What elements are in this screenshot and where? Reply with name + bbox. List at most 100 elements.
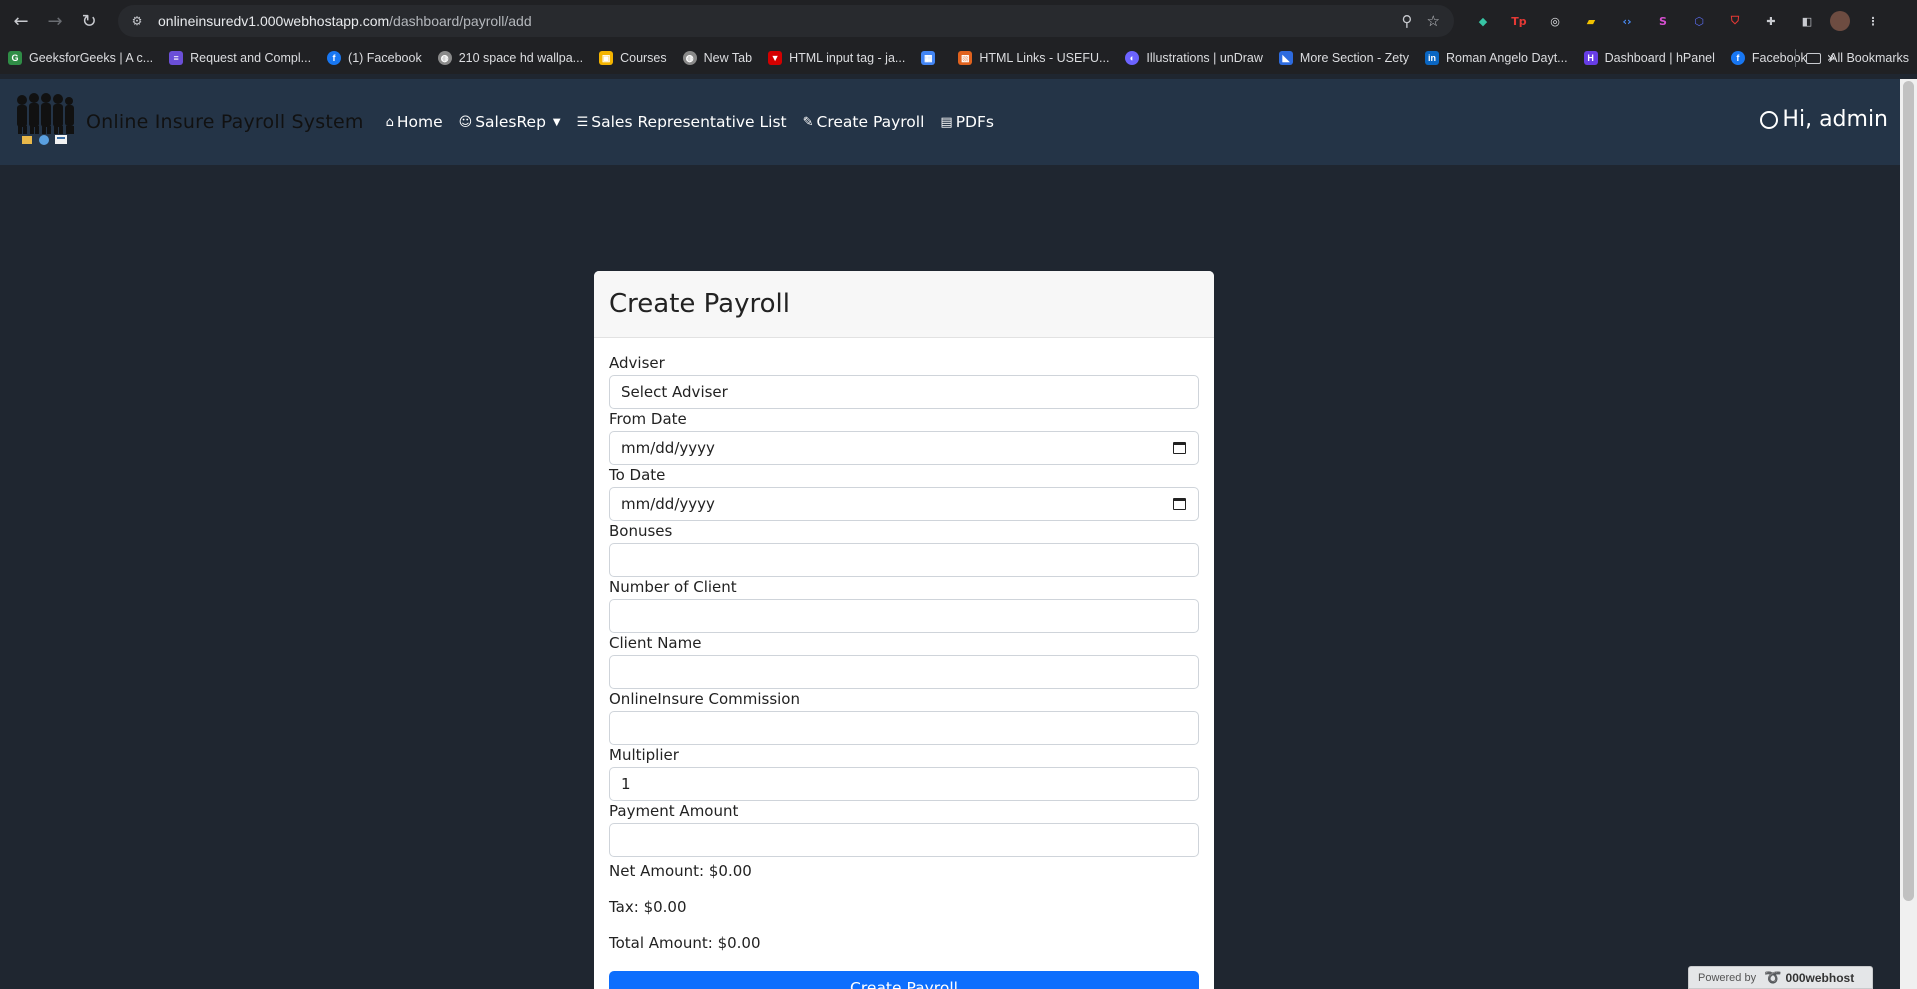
extension-icon[interactable]: ⬡: [1686, 8, 1712, 34]
extension-icon[interactable]: S: [1650, 8, 1676, 34]
bookmark-item[interactable]: G GeeksforGeeks | A c...: [8, 51, 153, 65]
classroom-icon: ▣: [599, 51, 614, 65]
menu-kebab-icon[interactable]: ⋮: [1860, 8, 1886, 34]
home-icon: ⌂: [385, 114, 394, 130]
bookmark-favicon-icon: ◣: [1278, 51, 1293, 65]
create-payroll-button[interactable]: Create Payroll: [609, 971, 1199, 989]
from-date-input[interactable]: mm/dd/yyyy: [609, 431, 1199, 465]
extensions-area: ◆ Tp ◎ ▰ ‹› S ⬡ ⛉ ✚ ◧ ⋮: [1470, 8, 1886, 34]
bookmark-item[interactable]: ▣ Courses: [599, 51, 667, 65]
commission-label: OnlineInsure Commission: [609, 690, 800, 708]
bookmark-star-icon[interactable]: ☆: [1427, 12, 1440, 30]
bookmark-label: Illustrations | unDraw: [1146, 51, 1263, 65]
bookmark-item[interactable]: ◐ Illustrations | unDraw: [1125, 51, 1263, 65]
powered-by-badge[interactable]: Powered by ➰ 000webhost: [1688, 966, 1873, 989]
nav-create-payroll[interactable]: ✎ Create Payroll: [803, 113, 925, 131]
bookmark-item[interactable]: ◍ New Tab: [682, 51, 753, 65]
number-of-client-label: Number of Client: [609, 578, 737, 596]
brand[interactable]: Online Insure Payroll System: [8, 86, 364, 158]
user-menu[interactable]: Hi, admin: [1760, 107, 1888, 132]
bookmark-item[interactable]: ▧ HTML Links - USEFU...: [958, 51, 1109, 65]
bookmark-favicon-icon: G: [8, 51, 22, 65]
bookmark-item[interactable]: H Dashboard | hPanel: [1583, 51, 1715, 65]
url-host: onlineinsuredv1.000webhostapp.com: [158, 13, 390, 29]
bookmark-label: Courses: [620, 51, 667, 65]
side-panel-icon[interactable]: ◧: [1794, 8, 1820, 34]
extension-icon[interactable]: ⛉: [1722, 8, 1748, 34]
webhost-logo-icon: ➰: [1764, 969, 1782, 985]
user-circle-icon: [1760, 110, 1779, 129]
scrollbar-thumb[interactable]: [1903, 81, 1914, 901]
bookmark-label: HTML input tag - ja...: [789, 51, 906, 65]
profile-avatar-icon[interactable]: [1830, 11, 1850, 31]
bookmark-label: Roman Angelo Dayt...: [1446, 51, 1568, 65]
user-greeting: Hi, admin: [1782, 107, 1888, 132]
payment-amount-input[interactable]: [609, 823, 1199, 857]
url-path: /dashboard/payroll/add: [389, 13, 532, 29]
payment-amount-label: Payment Amount: [609, 802, 739, 820]
extension-icon[interactable]: ◆: [1470, 8, 1496, 34]
bookmark-label: GeeksforGeeks | A c...: [29, 51, 154, 65]
site-info-icon[interactable]: ⚙: [128, 12, 146, 30]
extension-icon[interactable]: Tp: [1506, 8, 1532, 34]
to-date-input[interactable]: mm/dd/yyyy: [609, 487, 1199, 521]
bonuses-input[interactable]: [609, 543, 1199, 577]
all-bookmarks-label: All Bookmarks: [1829, 51, 1909, 65]
bookmark-item[interactable]: ◍ 210 space hd wallpa...: [437, 51, 584, 65]
nav-home[interactable]: ⌂ Home: [386, 113, 443, 131]
hostinger-icon: H: [1583, 51, 1598, 65]
bookmark-item[interactable]: ◣ More Section - Zety: [1278, 51, 1409, 65]
bookmark-item[interactable]: f (1) Facebook: [327, 51, 422, 65]
bookmark-item[interactable]: ≡ Request and Compl...: [169, 51, 311, 65]
bookmark-item[interactable]: ▦: [921, 51, 942, 65]
commission-input[interactable]: [609, 711, 1199, 745]
number-of-client-input[interactable]: [609, 599, 1199, 633]
list-icon: ☰: [576, 114, 589, 130]
app-navbar: Online Insure Payroll System ⌂ Home ☺ Sale…: [0, 79, 1900, 165]
forward-icon[interactable]: →: [42, 8, 68, 34]
nav-salesrep-dropdown[interactable]: ☺ SalesRep ▼: [459, 113, 561, 131]
page-title: Create Payroll: [609, 289, 790, 319]
file-icon: ▤: [940, 114, 953, 130]
bonuses-label: Bonuses: [609, 522, 673, 540]
address-bar[interactable]: ⚙ onlineinsuredv1.000webhostapp.com/dash…: [118, 5, 1454, 37]
card-header: Create Payroll: [594, 271, 1214, 338]
globe-icon: ◍: [682, 51, 697, 65]
extension-icon[interactable]: ▰: [1578, 8, 1604, 34]
multiplier-input[interactable]: 1: [609, 767, 1199, 801]
create-payroll-card: Create Payroll Adviser Select Adviser Fr…: [594, 271, 1214, 989]
url-text[interactable]: onlineinsuredv1.000webhostapp.com/dashbo…: [158, 13, 532, 29]
reload-icon[interactable]: ↻: [76, 8, 102, 34]
bookmark-item[interactable]: in Roman Angelo Dayt...: [1425, 51, 1568, 65]
client-name-label: Client Name: [609, 634, 702, 652]
nav-sales-representative-list[interactable]: ☰ Sales Representative List: [577, 113, 787, 131]
brand-title: Online Insure Payroll System: [86, 111, 364, 133]
bookmarks-bar: G GeeksforGeeks | A c... ≡ Request and Com…: [0, 42, 1917, 74]
bookmark-favicon-icon: ≡: [169, 51, 184, 65]
puzzle-icon[interactable]: ✚: [1758, 8, 1784, 34]
page-scrollbar[interactable]: [1900, 79, 1917, 989]
net-amount-text: Net Amount: $0.00: [609, 862, 752, 880]
back-icon[interactable]: ←: [8, 8, 34, 34]
bookmark-label: New Tab: [703, 51, 753, 65]
adviser-select[interactable]: Select Adviser: [609, 375, 1199, 409]
calendar-icon[interactable]: [1173, 498, 1186, 510]
calendar-icon[interactable]: [1173, 442, 1186, 454]
main-nav: ⌂ Home ☺ SalesRep ▼ ☰ Sales Representative L…: [386, 113, 1010, 131]
bookmark-favicon-icon: ▧: [958, 51, 973, 65]
pencil-icon: ✎: [802, 114, 814, 130]
bookmark-favicon-icon: ▼: [768, 51, 783, 65]
extension-icon[interactable]: ◎: [1542, 8, 1568, 34]
browser-toolbar: ← → ↻ ⚙ onlineinsuredv1.000webhostapp.co…: [0, 0, 1917, 42]
nav-pdfs[interactable]: ▤ PDFs: [940, 113, 994, 131]
extension-icon[interactable]: ‹›: [1614, 8, 1640, 34]
caret-down-icon: ▼: [552, 116, 561, 128]
globe-icon: ◍: [437, 51, 452, 65]
payroll-form: Adviser Select Adviser From Date mm/dd/y…: [594, 338, 1214, 989]
zoom-icon[interactable]: ⚲: [1402, 12, 1413, 30]
bookmark-label: 210 space hd wallpa...: [458, 51, 584, 65]
user-icon: ☺: [458, 114, 473, 130]
bookmark-item[interactable]: ▼ HTML input tag - ja...: [768, 51, 905, 65]
client-name-input[interactable]: [609, 655, 1199, 689]
all-bookmarks-button[interactable]: All Bookmarks: [1785, 49, 1909, 67]
